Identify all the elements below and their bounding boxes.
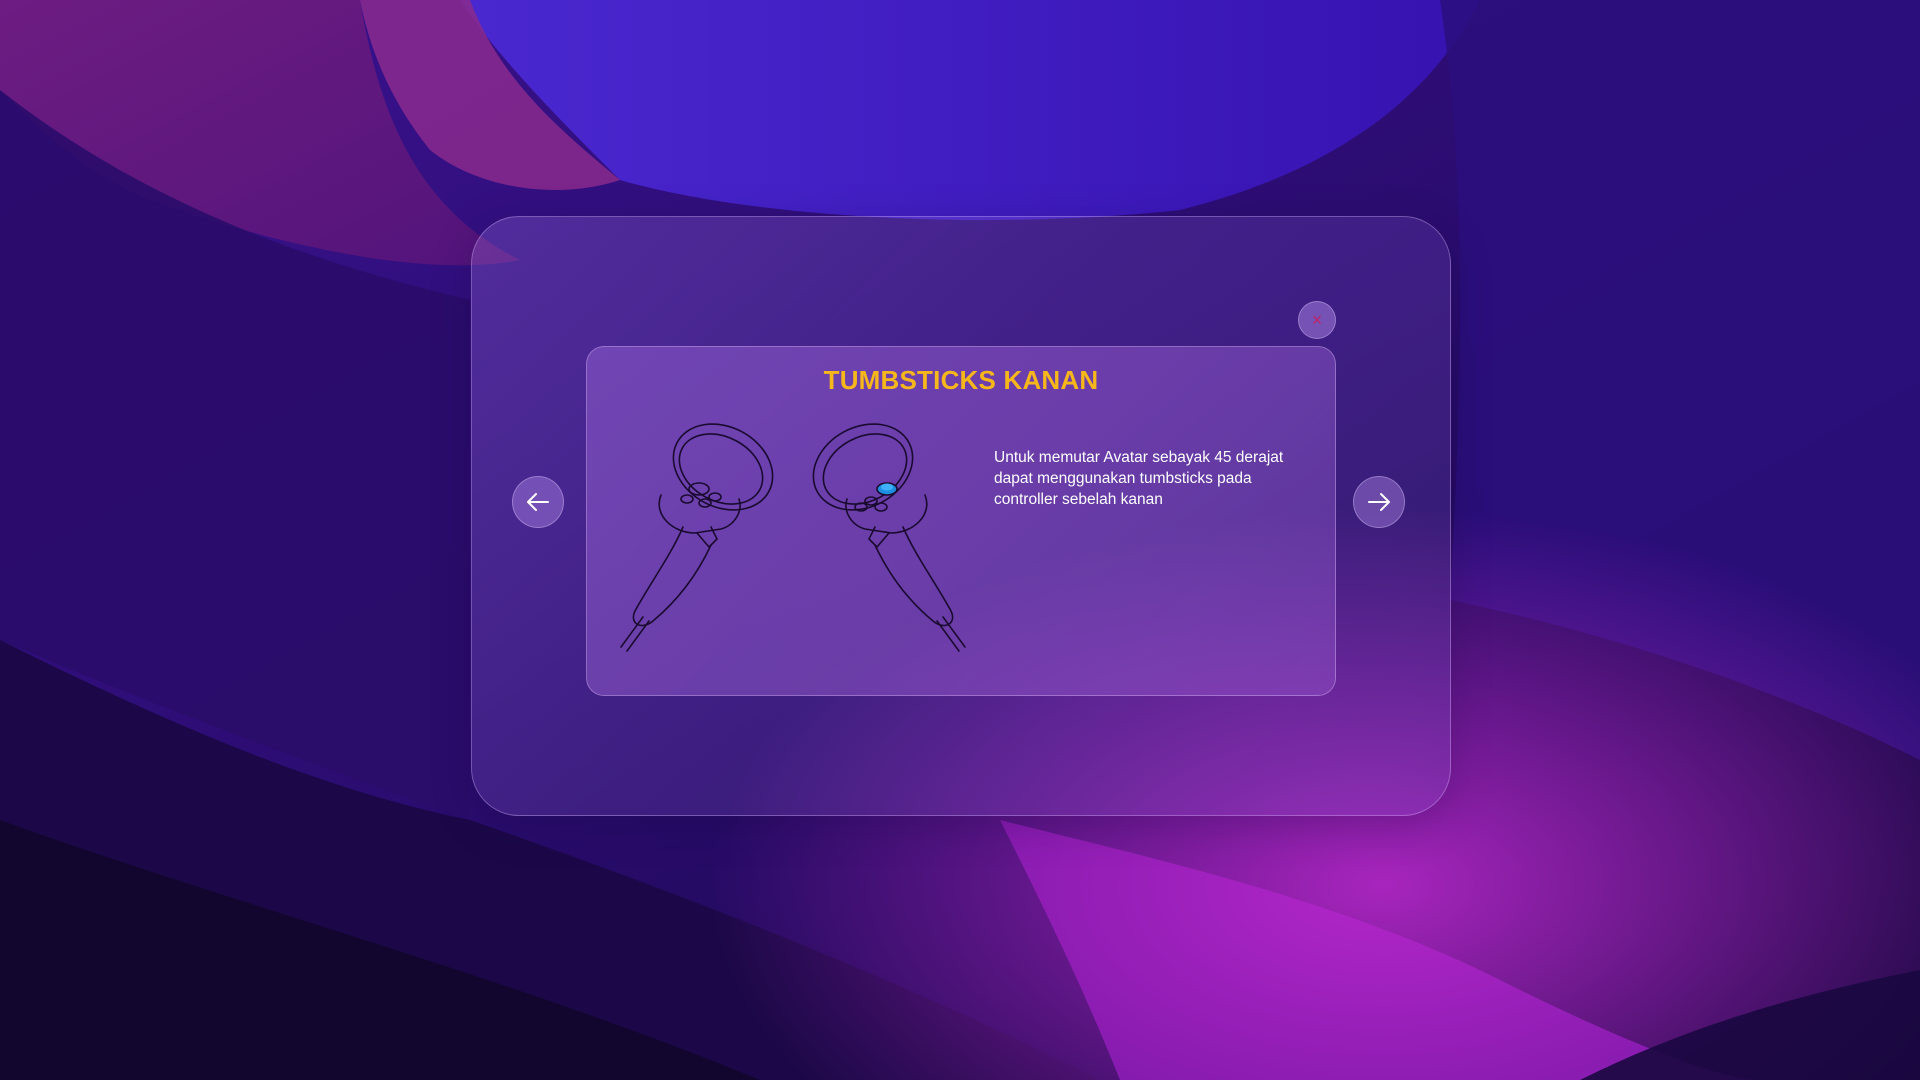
description-line: dapat menggunakan tumbsticks pada [994, 470, 1252, 487]
description-line: controller sebelah kanan [994, 491, 1163, 508]
description-text: Untuk memutar Avatar sebayak 45 derajat … [994, 447, 1314, 510]
tutorial-card: TUMBSTICKS KANAN Untuk memutar Avatar se… [586, 346, 1336, 696]
next-button[interactable] [1353, 476, 1405, 528]
previous-button[interactable] [512, 476, 564, 528]
arrow-right-icon [1368, 493, 1390, 511]
close-icon: × [1311, 310, 1323, 330]
vr-controllers-icon [620, 423, 966, 652]
arrow-left-icon [527, 493, 549, 511]
description-line: Untuk memutar Avatar sebayak 45 derajat [994, 449, 1284, 466]
close-button[interactable]: × [1298, 301, 1336, 339]
card-title: TUMBSTICKS KANAN [823, 365, 1099, 395]
